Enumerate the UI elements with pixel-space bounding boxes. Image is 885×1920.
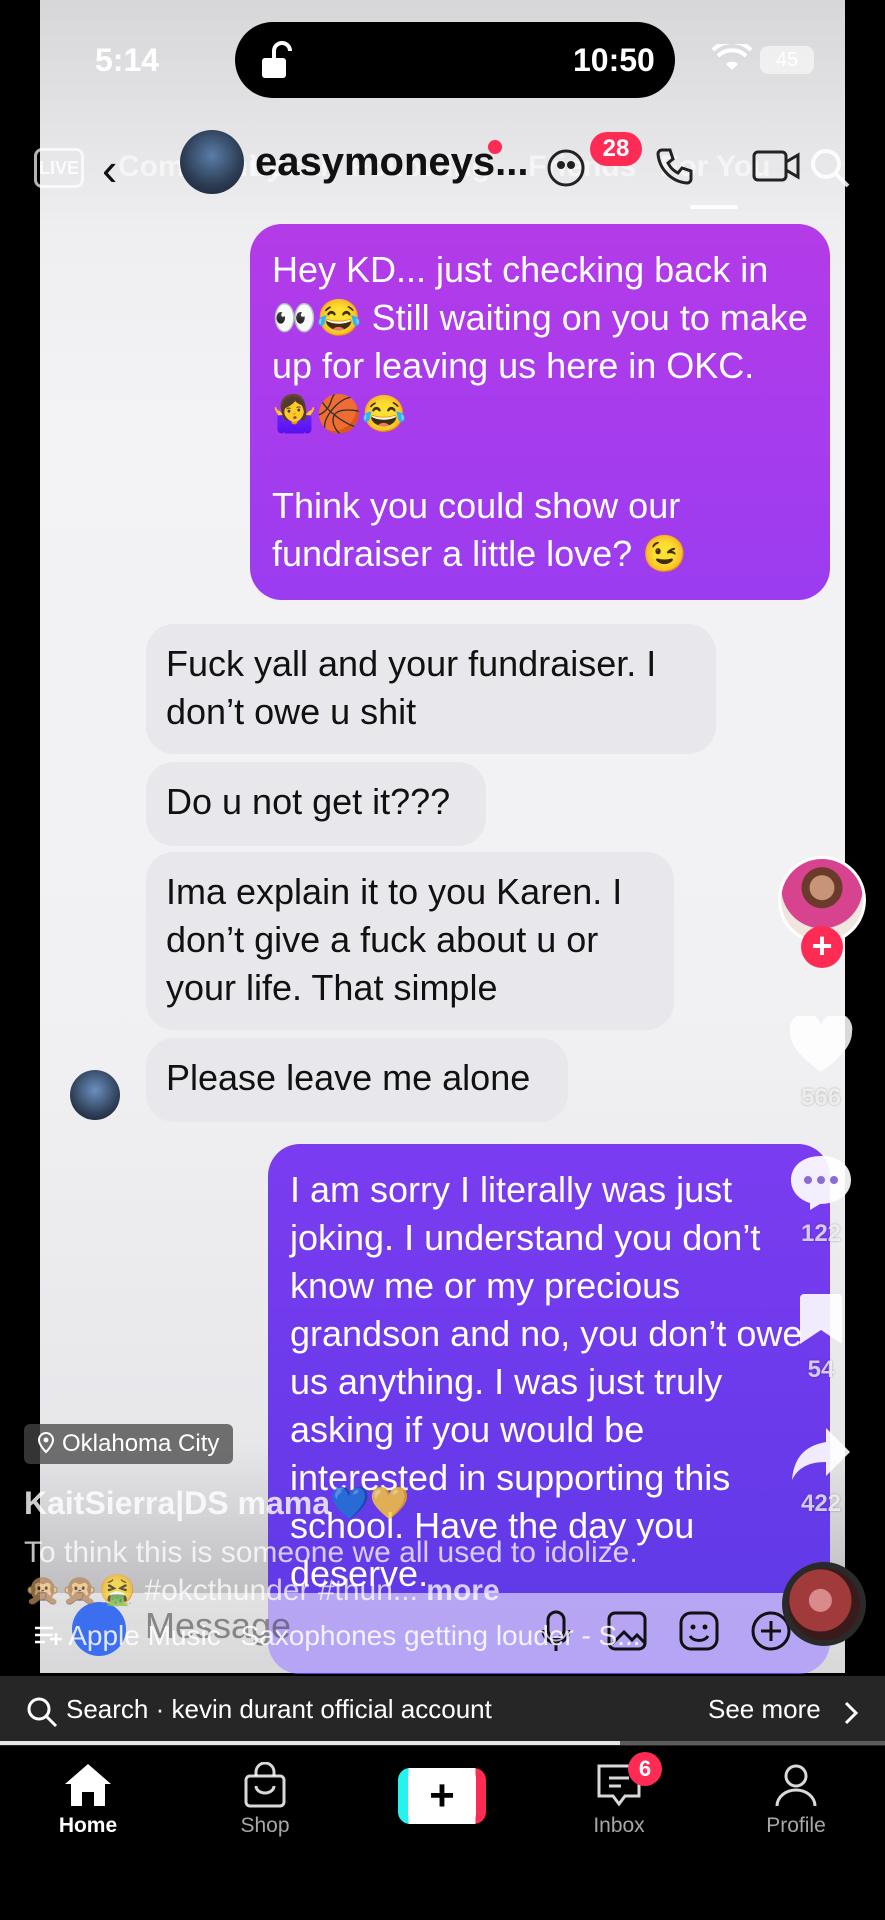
video-call-icon[interactable]	[752, 148, 800, 184]
video-progress-fill	[0, 1741, 620, 1745]
chat-header: ‹ easymoneys...	[40, 120, 845, 210]
location-label: Oklahoma City	[62, 1430, 220, 1457]
post-caption[interactable]: To think this is someone we all used to …	[24, 1534, 664, 1610]
chevron-right-icon	[844, 1701, 859, 1725]
status-time-right: 10:50	[573, 42, 655, 78]
unlock-icon	[262, 41, 292, 78]
nav-inbox-label: Inbox	[593, 1814, 645, 1837]
wifi-icon	[712, 44, 752, 70]
like-count: 566	[800, 1084, 842, 1111]
group-add-icon[interactable]	[544, 146, 588, 190]
nav-home[interactable]: Home	[18, 1762, 158, 1838]
nav-profile[interactable]: Profile	[726, 1762, 866, 1838]
author-name[interactable]: KaitSierra|DS mama💙💛	[24, 1484, 410, 1522]
phone-icon[interactable]	[652, 144, 696, 188]
peer-avatar	[70, 1070, 120, 1120]
unread-dot	[488, 140, 502, 154]
message-incoming: Fuck yall and your fundraiser. I don’t o…	[146, 624, 716, 754]
back-chevron-icon[interactable]: ‹	[102, 142, 117, 196]
plus-icon: +	[408, 1768, 476, 1824]
inbox-badge: 6	[628, 1752, 662, 1786]
bookmark-icon[interactable]	[788, 1290, 854, 1348]
battery-icon: 45	[760, 46, 814, 74]
nav-home-label: Home	[58, 1814, 118, 1837]
nav-inbox[interactable]: Inbox	[549, 1762, 689, 1838]
message-incoming: Please leave me alone	[146, 1038, 568, 1122]
friends-badge: 28	[590, 132, 642, 166]
share-icon[interactable]	[788, 1424, 854, 1484]
home-icon	[65, 1764, 111, 1806]
create-button[interactable]: +	[398, 1768, 486, 1824]
status-time-left: 5:14	[95, 42, 160, 78]
music-source: Apple Music	[68, 1620, 221, 1651]
caption-more-link[interactable]: more	[426, 1574, 499, 1607]
message-paragraph: Hey KD... just checking back in 👀😂 Still…	[272, 249, 808, 434]
nav-shop[interactable]: Shop	[195, 1762, 335, 1838]
music-row[interactable]: Apple Music Saxophones getting louder - …	[34, 1620, 641, 1652]
follow-plus-button[interactable]: +	[801, 926, 843, 968]
nav-profile-label: Profile	[766, 1814, 826, 1837]
nav-shop-label: Shop	[240, 1814, 290, 1837]
search-suggestion[interactable]: Search · kevin durant official account	[66, 1694, 492, 1725]
share-count: 422	[800, 1490, 842, 1517]
chat-contact-avatar[interactable]	[180, 130, 244, 194]
caption-text: To think this is someone we all used to …	[24, 1536, 638, 1607]
location-tag[interactable]: Oklahoma City	[24, 1424, 234, 1464]
search-icon[interactable]	[808, 146, 852, 190]
message-incoming: Ima explain it to you Karen. I don’t giv…	[146, 852, 674, 1030]
music-title: Saxophones getting louder - S...	[240, 1620, 641, 1651]
save-count: 54	[807, 1356, 835, 1383]
shopping-bag-icon	[244, 1762, 286, 1808]
message-incoming: Do u not get it???	[146, 762, 486, 846]
search-icon	[27, 1697, 58, 1728]
location-pin-icon	[37, 1431, 55, 1454]
message-outgoing: Hey KD... just checking back in 👀😂 Still…	[250, 224, 830, 600]
profile-icon	[775, 1764, 817, 1807]
sticker-icon[interactable]	[678, 1610, 720, 1652]
comment-icon[interactable]	[788, 1152, 854, 1212]
heart-icon[interactable]	[788, 1016, 854, 1076]
message-paragraph: Think you could show our fundraiser a li…	[272, 485, 688, 574]
music-disc[interactable]	[782, 1562, 866, 1646]
playlist-icon	[35, 1626, 62, 1645]
see-more-link[interactable]: See more	[708, 1694, 821, 1725]
comment-count: 122	[800, 1220, 842, 1247]
